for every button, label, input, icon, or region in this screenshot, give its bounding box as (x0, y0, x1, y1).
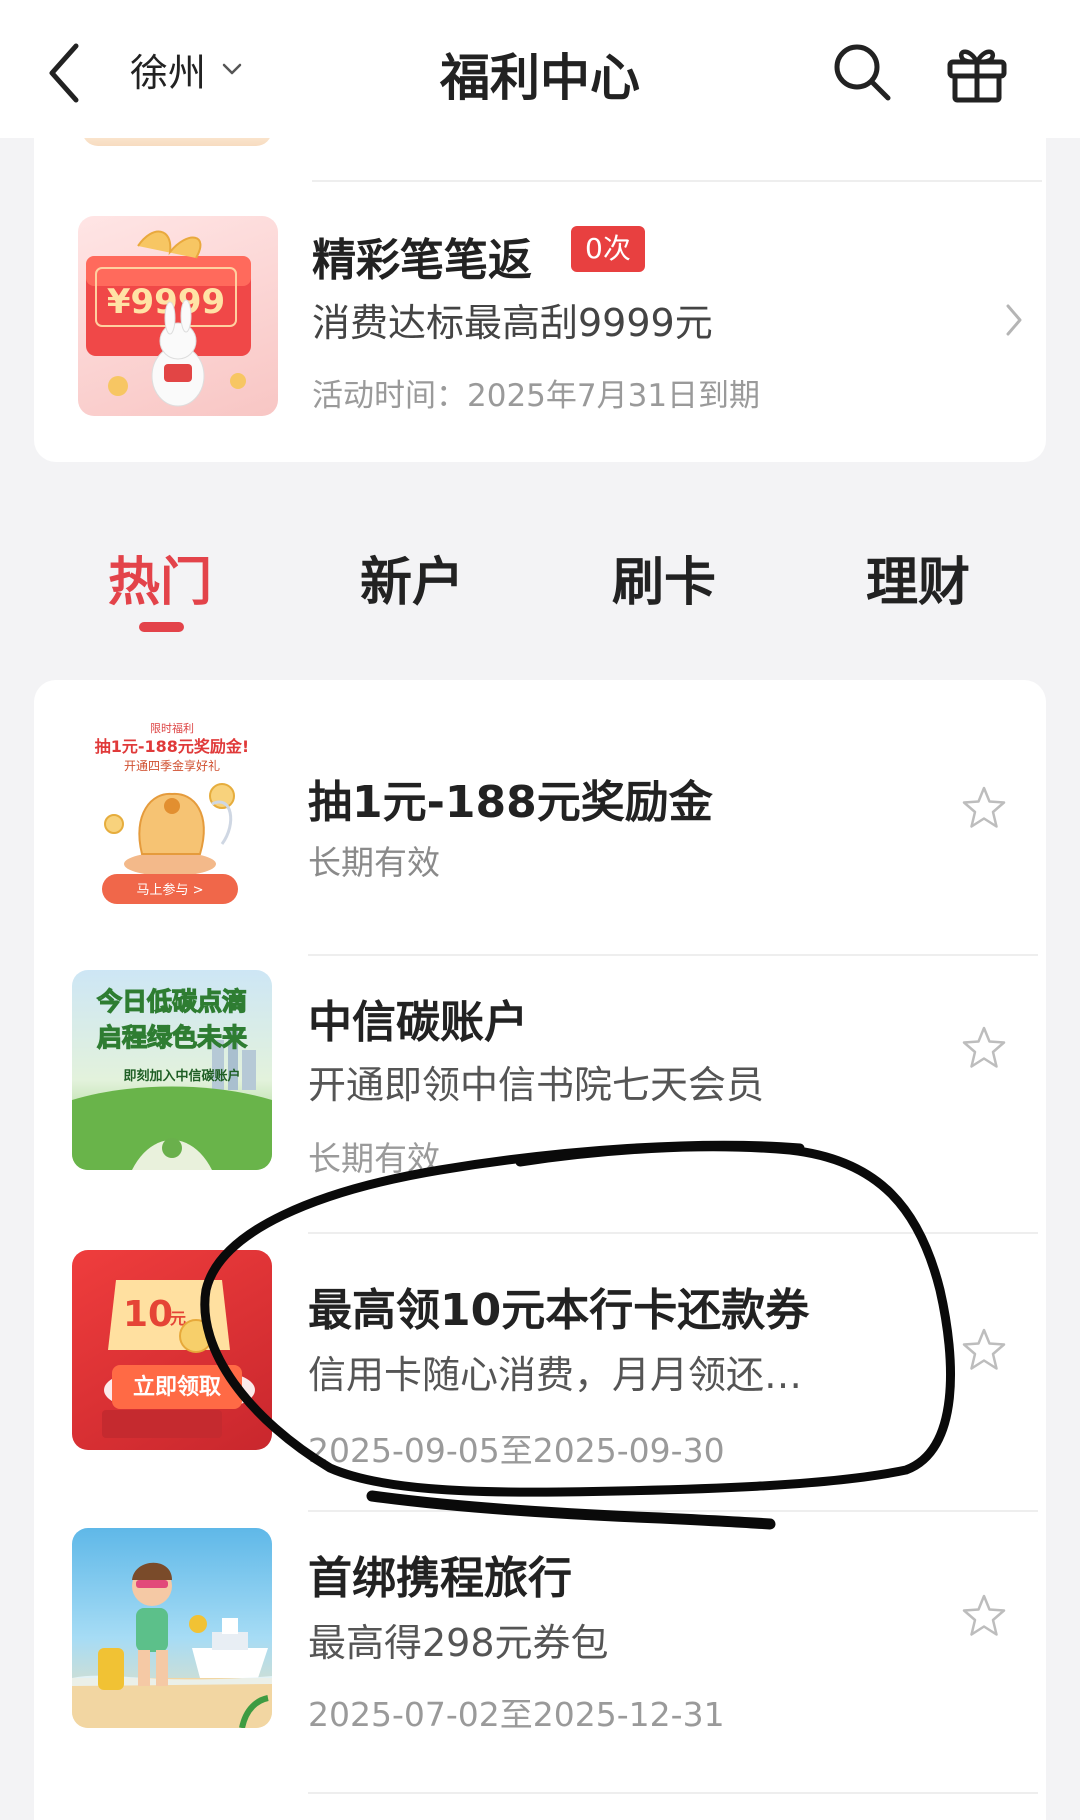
item-subtitle: 最高得298元券包 (308, 1621, 609, 1665)
chevron-right-icon[interactable] (1002, 300, 1026, 340)
item-thumbnail: 10 元 立即领取 (72, 1250, 272, 1450)
thumb-subline: 启程绿色未来 (97, 1023, 248, 1052)
item-title: 最高领10元本行卡还款券 (308, 1285, 810, 1336)
item-validity: 2025-09-05至2025-09-30 (308, 1431, 725, 1470)
count-badge: 0次 (571, 226, 645, 272)
list-item[interactable]: 首绑携程旅行 最高得298元券包 2025-07-02至2025-12-31 (34, 1512, 1046, 1792)
list-item[interactable]: 今日低碳点滴 启程绿色未来 即刻加入中信碳账户 中信碳账户 开通即领中信书院七天… (34, 956, 1046, 1232)
promo-title: 精彩笔笔返 (312, 235, 532, 286)
item-title: 抽1元-188元奖励金 (308, 777, 713, 828)
star-icon[interactable] (960, 1592, 1008, 1640)
promo-card[interactable]: ¥9999 精彩笔笔返 0次 消费达标最高刮9999元 活动时间：2025年7月… (34, 122, 1046, 462)
item-thumbnail: 限时福利 抽1元-188元奖励金! 开通四季金享好礼 马上参与 > (72, 714, 272, 914)
item-validity: 长期有效 (308, 1139, 440, 1178)
chevron-down-icon (222, 63, 242, 75)
promo-thumbnail: ¥9999 (78, 216, 278, 416)
thumb-headline: 今日低碳点滴 (97, 987, 247, 1016)
city-name: 徐州 (130, 50, 207, 95)
item-title: 首绑携程旅行 (308, 1553, 572, 1604)
active-tab-indicator (139, 622, 184, 632)
top-nav-bar: 徐州 福利中心 (0, 0, 1080, 138)
search-icon[interactable] (830, 40, 894, 104)
star-icon[interactable] (960, 784, 1008, 832)
city-selector[interactable]: 徐州 (130, 44, 244, 95)
item-thumbnail: 今日低碳点滴 启程绿色未来 即刻加入中信碳账户 (72, 970, 272, 1170)
tab-new-user[interactable]: 新户 (360, 540, 464, 615)
divider (308, 1792, 1038, 1794)
star-icon[interactable] (960, 1024, 1008, 1072)
item-title: 中信碳账户 (308, 997, 528, 1048)
item-validity: 2025-07-02至2025-12-31 (308, 1695, 725, 1734)
tab-hot[interactable]: 热门 (108, 540, 212, 615)
gift-icon[interactable] (944, 40, 1010, 106)
thumb-subline: 开通四季金享好礼 (124, 758, 220, 773)
thumb-button: 立即领取 (133, 1374, 221, 1400)
thumb-tag: 限时福利 (150, 721, 194, 735)
item-validity: 长期有效 (308, 843, 440, 882)
thumb-button: 马上参与 > (136, 882, 203, 898)
list-item[interactable]: 限时福利 抽1元-188元奖励金! 开通四季金享好礼 马上参与 > 抽1元-18… (34, 680, 1046, 955)
item-thumbnail (72, 1528, 272, 1728)
star-icon[interactable] (960, 1326, 1008, 1374)
promo-subtitle: 消费达标最高刮9999元 (312, 301, 713, 345)
back-arrow-icon[interactable] (40, 38, 100, 108)
red-envelope-illustration: ¥9999 (86, 230, 251, 407)
tab-wealth[interactable]: 理财 (866, 540, 970, 615)
promo-expiry: 活动时间：2025年7月31日到期 (312, 378, 761, 414)
benefits-list: 限时福利 抽1元-188元奖励金! 开通四季金享好礼 马上参与 > 抽1元-18… (34, 680, 1046, 1820)
thumb-headline: 抽1元-188元奖励金! (95, 737, 249, 756)
list-item[interactable]: 10 元 立即领取 最高领10元本行卡还款券 信用卡随心消费，月月领还… 202… (34, 1234, 1046, 1510)
item-subtitle: 信用卡随心消费，月月领还… (308, 1353, 803, 1397)
item-subtitle: 开通即领中信书院七天会员 (308, 1063, 765, 1107)
thumb-button: 即刻加入中信碳账户 (123, 1068, 240, 1084)
thumb-amount: 10 (123, 1294, 173, 1335)
divider (312, 180, 1042, 182)
tab-card-swipe[interactable]: 刷卡 (612, 540, 716, 615)
